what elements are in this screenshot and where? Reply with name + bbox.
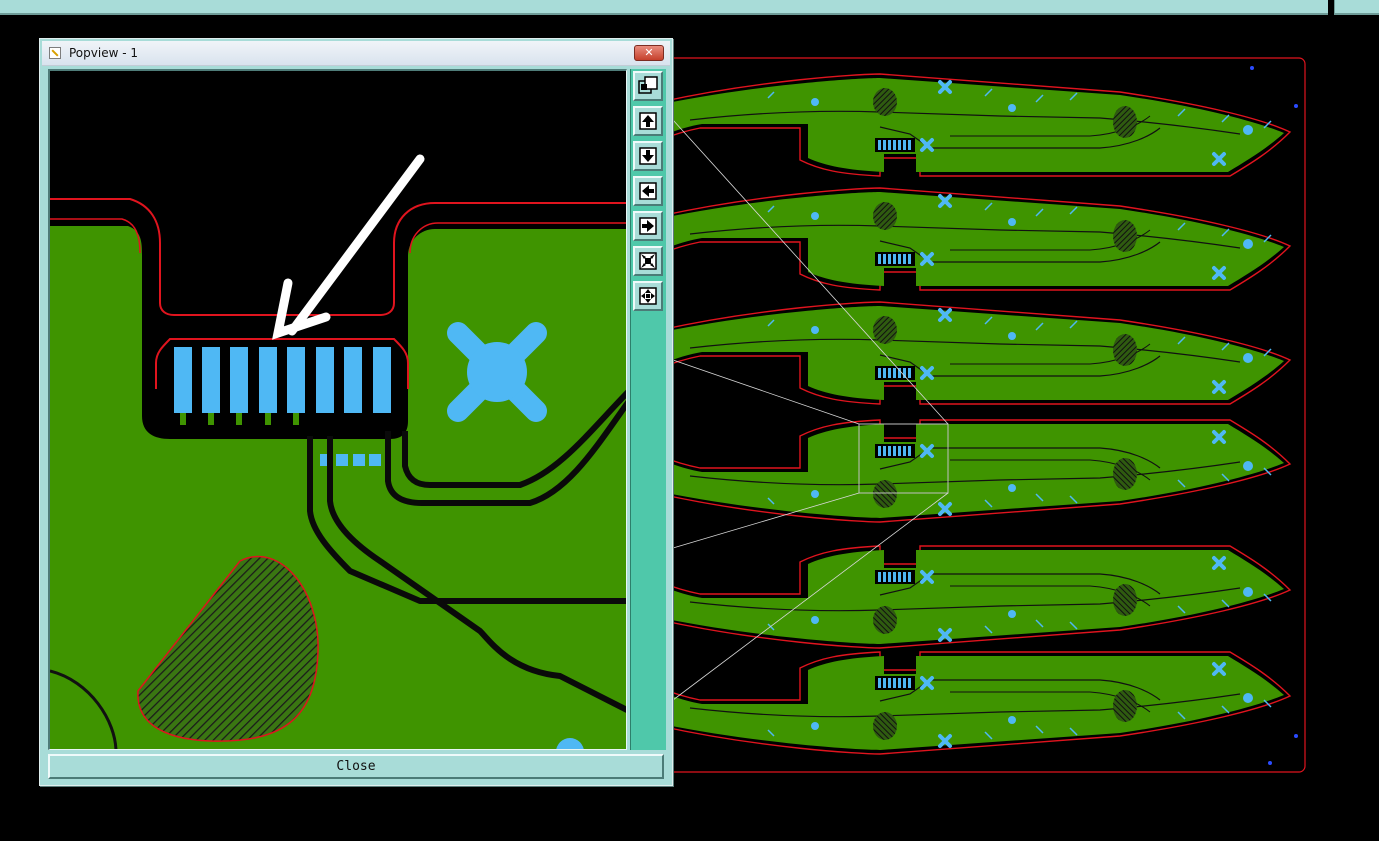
pcb-panel-6 [658,650,1292,756]
zoom-out-button[interactable] [633,281,663,311]
zoom-fit-icon [638,76,658,94]
window-close-button[interactable]: ✕ [634,45,664,61]
pan-right-icon [639,217,657,235]
pan-up-icon [639,112,657,130]
pan-down-icon [639,147,657,165]
fiducial-marks [1250,66,1298,765]
app-icon [49,47,61,59]
pcb-panel-3 [658,300,1292,406]
zoom-out-icon [639,287,657,305]
pcb-panel-2 [658,186,1292,292]
zoomed-view[interactable] [48,69,627,750]
window-title: Popview - 1 [69,46,138,60]
pan-left-icon [639,182,657,200]
zoom-fit-button[interactable] [633,71,663,101]
close-button[interactable]: Close [48,754,664,779]
pan-down-button[interactable] [633,141,663,171]
pan-right-button[interactable] [633,211,663,241]
popview-titlebar[interactable]: Popview - 1 ✕ [42,41,670,66]
popview-window[interactable]: Popview - 1 ✕ Close [39,38,673,786]
pcb-panel-5 [658,544,1292,650]
zoom-in-icon [639,252,657,270]
pan-up-button[interactable] [633,106,663,136]
pcb-panel-1 [658,72,1292,178]
view-toolstrip [630,69,666,750]
pcb-panel-4 [658,418,1292,524]
pan-left-button[interactable] [633,176,663,206]
zoom-in-button[interactable] [633,246,663,276]
zoomed-pcb-canvas[interactable] [50,71,627,750]
